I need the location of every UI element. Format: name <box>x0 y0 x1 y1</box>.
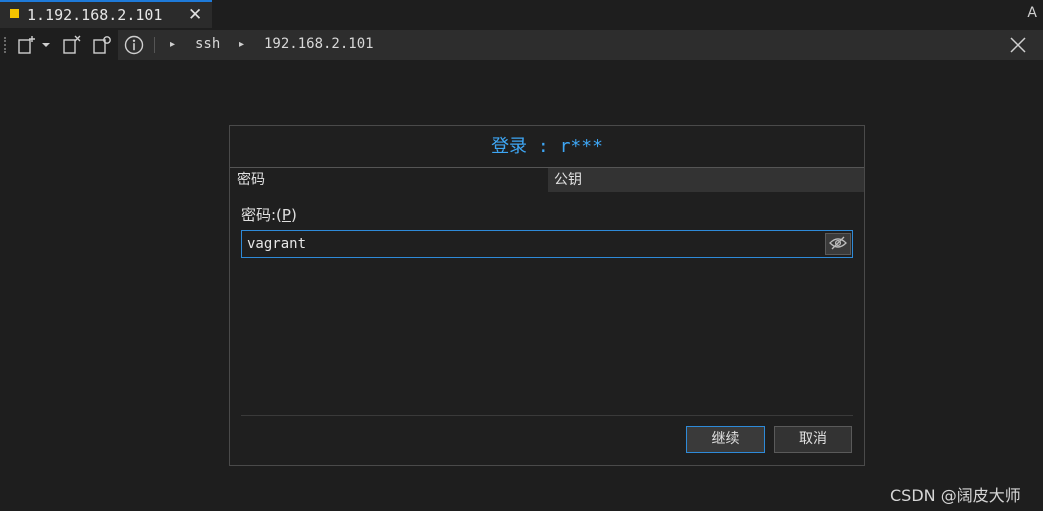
close-session-icon[interactable] <box>62 35 82 55</box>
refresh-session-icon[interactable] <box>92 35 112 55</box>
password-label: 密码:(P) <box>241 206 297 224</box>
breadcrumb-arrow-icon: ▸ <box>170 39 176 50</box>
toolbar: ▸ ssh ▸ 192.168.2.101 <box>0 30 1043 60</box>
tab-public-key[interactable]: 公钥 <box>548 168 864 192</box>
continue-button[interactable]: 继续 <box>686 426 765 453</box>
cancel-button[interactable]: 取消 <box>774 426 852 453</box>
dialog-title: 登录 : r*** <box>491 136 603 157</box>
tab-close-button[interactable]: ✕ <box>188 5 202 25</box>
watermark: CSDN @阔皮大师 <box>890 486 1021 505</box>
tab-bar: 1.192.168.2.101 ✕ A <box>0 0 1043 28</box>
eye-slash-icon <box>829 235 847 254</box>
close-icon[interactable] <box>1008 35 1028 55</box>
auth-tabs: 密码 公钥 <box>230 167 864 192</box>
address-separator <box>154 37 155 53</box>
toggle-visibility-button[interactable] <box>825 233 851 255</box>
breadcrumb-host[interactable]: 192.168.2.101 <box>264 36 374 52</box>
new-session-icon[interactable] <box>17 35 37 55</box>
password-accesskey: P <box>281 206 291 224</box>
password-input[interactable] <box>241 230 853 258</box>
session-tab[interactable]: 1.192.168.2.101 ✕ <box>0 0 212 28</box>
info-icon[interactable] <box>124 35 144 55</box>
tab-password[interactable]: 密码 <box>230 168 548 192</box>
tab-color-marker <box>10 9 19 18</box>
tabbar-overflow-label[interactable]: A <box>1027 5 1037 21</box>
login-dialog: 登录 : r*** 密码 公钥 密码:(P) 继续 取消 <box>229 125 865 466</box>
dropdown-icon[interactable] <box>40 35 52 55</box>
address-bar[interactable]: ▸ ssh ▸ 192.168.2.101 <box>118 30 1043 60</box>
breadcrumb-arrow-icon: ▸ <box>239 39 245 50</box>
tab-title: 1.192.168.2.101 <box>27 6 163 24</box>
dialog-divider <box>241 415 853 416</box>
toolbar-grip[interactable] <box>4 37 8 53</box>
breadcrumb-protocol[interactable]: ssh <box>195 36 220 52</box>
